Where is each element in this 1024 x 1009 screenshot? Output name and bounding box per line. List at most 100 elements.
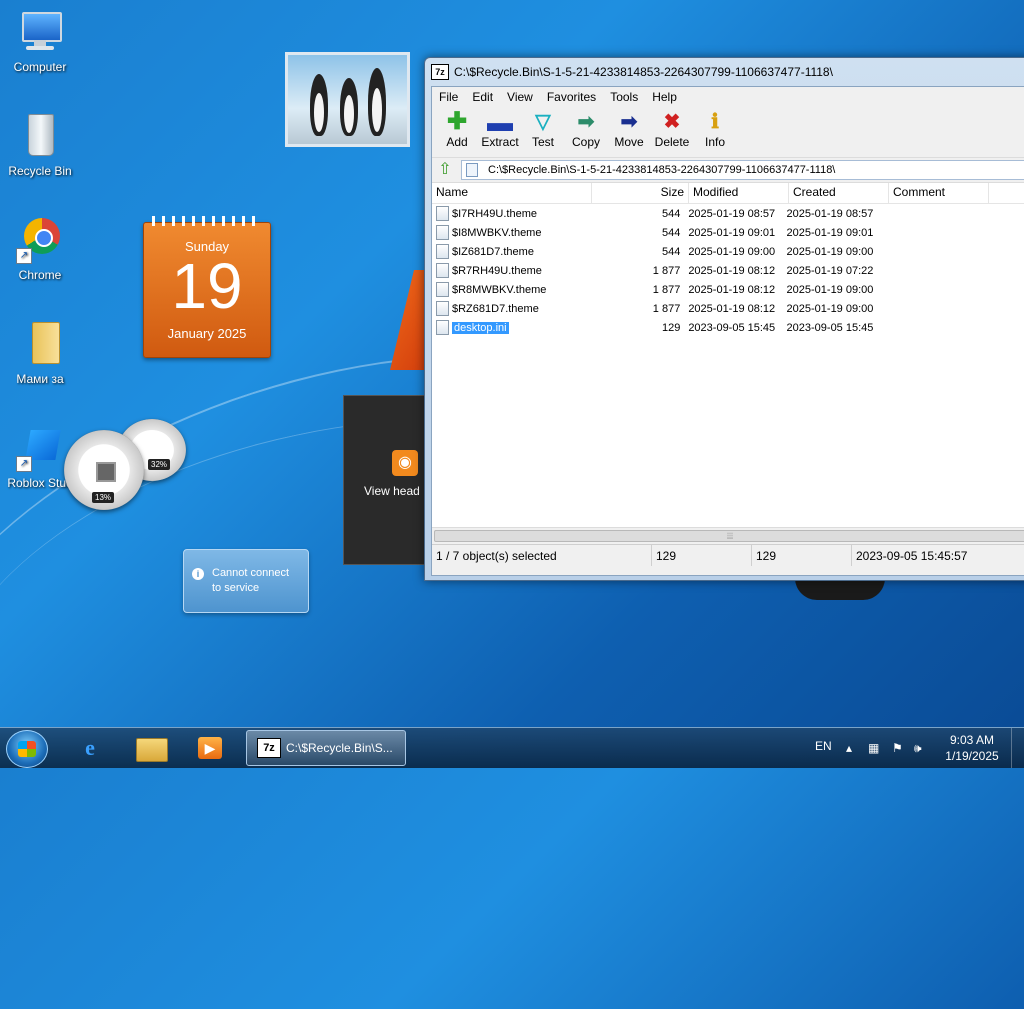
up-folder-icon[interactable]: ⇧ [435, 161, 455, 179]
show-hidden-icons-icon[interactable]: ▴ [846, 741, 852, 755]
slideshow-gadget[interactable] [285, 52, 410, 147]
copy-button[interactable]: ➡ Copy [565, 107, 607, 149]
test-button-label: Test [531, 135, 554, 149]
column-size[interactable]: Size [592, 183, 689, 203]
taskbar-task-label: C:\$Recycle.Bin\S... [286, 741, 393, 755]
file-row-selected[interactable]: desktop.ini 129 2023-09-05 15:45 2023-09… [432, 318, 1024, 337]
arrow-right-icon: ➡ [577, 111, 595, 133]
menu-tools[interactable]: Tools [603, 90, 645, 104]
volume-icon[interactable]: 🕪 [914, 741, 922, 756]
desktop-icon-computer[interactable]: Computer [0, 8, 80, 74]
theme-file-icon [436, 282, 449, 297]
file-modified: 2023-09-05 15:45 [688, 321, 776, 334]
file-modified: 2025-01-19 08:57 [688, 207, 776, 220]
file-modified: 2025-01-19 08:12 [688, 264, 776, 277]
clock-date: 1/19/2025 [945, 749, 999, 763]
file-created: 2025-01-19 09:01 [786, 226, 874, 239]
file-name: $R8MWBKV.theme [452, 283, 547, 296]
gadget-fragment [795, 578, 885, 600]
file-modified: 2025-01-19 09:00 [688, 245, 776, 258]
column-modified[interactable]: Modified [689, 183, 789, 203]
file-created: 2025-01-19 07:22 [786, 264, 874, 277]
menu-help[interactable]: Help [645, 90, 684, 104]
language-indicator[interactable]: EN [815, 739, 832, 753]
extract-button[interactable]: ▬ Extract [479, 107, 521, 149]
file-row[interactable]: $I7RH49U.theme 544 2025-01-19 08:57 2025… [432, 204, 1024, 223]
file-row[interactable]: $RZ681D7.theme 1 877 2025-01-19 08:12 20… [432, 299, 1024, 318]
weather-gadget[interactable]: i Cannot connect to service [183, 549, 309, 613]
theme-file-icon [436, 206, 449, 221]
menu-file[interactable]: File [432, 90, 465, 104]
rss-icon: ◉ [392, 450, 418, 476]
move-button[interactable]: ➡ Move [608, 107, 650, 149]
clock[interactable]: 9:03 AM 1/19/2025 [942, 732, 1002, 764]
file-row[interactable]: $R7RH49U.theme 1 877 2025-01-19 08:12 20… [432, 261, 1024, 280]
chip-icon [96, 462, 116, 482]
rss-feed-gadget[interactable]: ◉ View head [343, 395, 435, 565]
toolbar: ✚ Add ▬ Extract ▽ Test ➡ Copy ➡ Move ✖ D… [432, 107, 1024, 158]
add-button[interactable]: ✚ Add [436, 107, 478, 150]
desktop-icon-folder[interactable]: Мами за [0, 320, 80, 386]
penguin-image [368, 68, 386, 136]
file-list: $I7RH49U.theme 544 2025-01-19 08:57 2025… [432, 204, 1024, 527]
cpu-meter-gadget[interactable]: 13% [64, 430, 144, 510]
info-button[interactable]: ℹ Info [694, 107, 736, 149]
weather-message-line2: to service [212, 582, 260, 594]
window-titlebar[interactable]: 7z C:\$Recycle.Bin\S-1-5-21-4233814853-2… [425, 58, 1024, 85]
delete-button[interactable]: ✖ Delete [651, 107, 693, 149]
taskbar-7zip-button[interactable]: 7z C:\$Recycle.Bin\S... [246, 730, 406, 766]
menu-edit[interactable]: Edit [465, 90, 500, 104]
file-modified: 2025-01-19 09:01 [688, 226, 776, 239]
file-name: desktop.ini [452, 321, 509, 334]
file-explorer-icon[interactable] [124, 730, 176, 766]
computer-icon [16, 8, 64, 56]
media-player-icon[interactable]: ▶ [184, 730, 236, 766]
file-size: 1 877 [652, 302, 681, 315]
penguin-image [340, 78, 358, 136]
network-icon[interactable]: ▦ [868, 741, 879, 755]
penguin-image [310, 74, 328, 136]
test-button[interactable]: ▽ Test [522, 107, 564, 149]
file-name: $R7RH49U.theme [452, 264, 542, 277]
path-text: C:\$Recycle.Bin\S-1-5-21-4233814853-2264… [488, 164, 836, 176]
file-size: 1 877 [652, 264, 681, 277]
file-row[interactable]: $R8MWBKV.theme 1 877 2025-01-19 08:12 20… [432, 280, 1024, 299]
start-button[interactable] [6, 730, 48, 768]
copy-button-label: Copy [571, 135, 600, 149]
arrow-right-icon: ➡ [620, 111, 638, 133]
status-selection: 1 / 7 object(s) selected [432, 545, 652, 566]
scrollbar-thumb[interactable]: ⦙⦙⦙ [434, 530, 1024, 542]
file-row[interactable]: $I8MWBKV.theme 544 2025-01-19 09:01 2025… [432, 223, 1024, 242]
info-icon: ℹ [711, 111, 719, 133]
7zip-app-icon: 7z [257, 738, 281, 758]
column-created[interactable]: Created [789, 183, 889, 203]
desktop-icon-chrome[interactable]: ↗ Chrome [0, 216, 80, 282]
file-created: 2025-01-19 09:00 [786, 245, 874, 258]
plus-icon: ✚ [446, 108, 468, 135]
menu-favorites[interactable]: Favorites [540, 90, 603, 104]
desktop-icon-label: Recycle Bin [8, 164, 72, 178]
column-comment[interactable]: Comment [889, 183, 989, 203]
column-name[interactable]: Name [432, 183, 592, 203]
internet-explorer-icon[interactable]: e [64, 730, 116, 766]
action-center-flag-icon[interactable]: ⚑ [892, 741, 903, 755]
file-modified: 2025-01-19 08:12 [688, 302, 776, 315]
extract-button-label: Extract [481, 135, 519, 149]
cpu-meter-value: 13% [92, 492, 115, 503]
show-desktop-button[interactable] [1011, 728, 1024, 768]
file-modified: 2025-01-19 08:12 [688, 283, 776, 296]
rss-view-headlines[interactable]: View head [364, 484, 420, 498]
calendar-gadget[interactable]: Sunday 19 January 2025 [143, 216, 271, 358]
memory-meter-value: 32% [148, 459, 171, 470]
path-field[interactable]: C:\$Recycle.Bin\S-1-5-21-4233814853-2264… [461, 160, 1024, 180]
desktop-icon-recycle-bin[interactable]: Recycle Bin [0, 112, 80, 178]
menu-view[interactable]: View [500, 90, 540, 104]
calendar-day: 19 [171, 250, 243, 322]
window-title: C:\$Recycle.Bin\S-1-5-21-4233814853-2264… [454, 64, 833, 79]
desktop-icon-label: Computer [13, 60, 67, 74]
horizontal-scrollbar[interactable]: ⦙⦙⦙ [432, 527, 1024, 544]
7zip-file-manager-window[interactable]: 7z C:\$Recycle.Bin\S-1-5-21-4233814853-2… [424, 57, 1024, 581]
file-size: 1 877 [652, 283, 681, 296]
calendar-month-year: January 2025 [167, 326, 247, 341]
file-row[interactable]: $IZ681D7.theme 544 2025-01-19 09:00 2025… [432, 242, 1024, 261]
